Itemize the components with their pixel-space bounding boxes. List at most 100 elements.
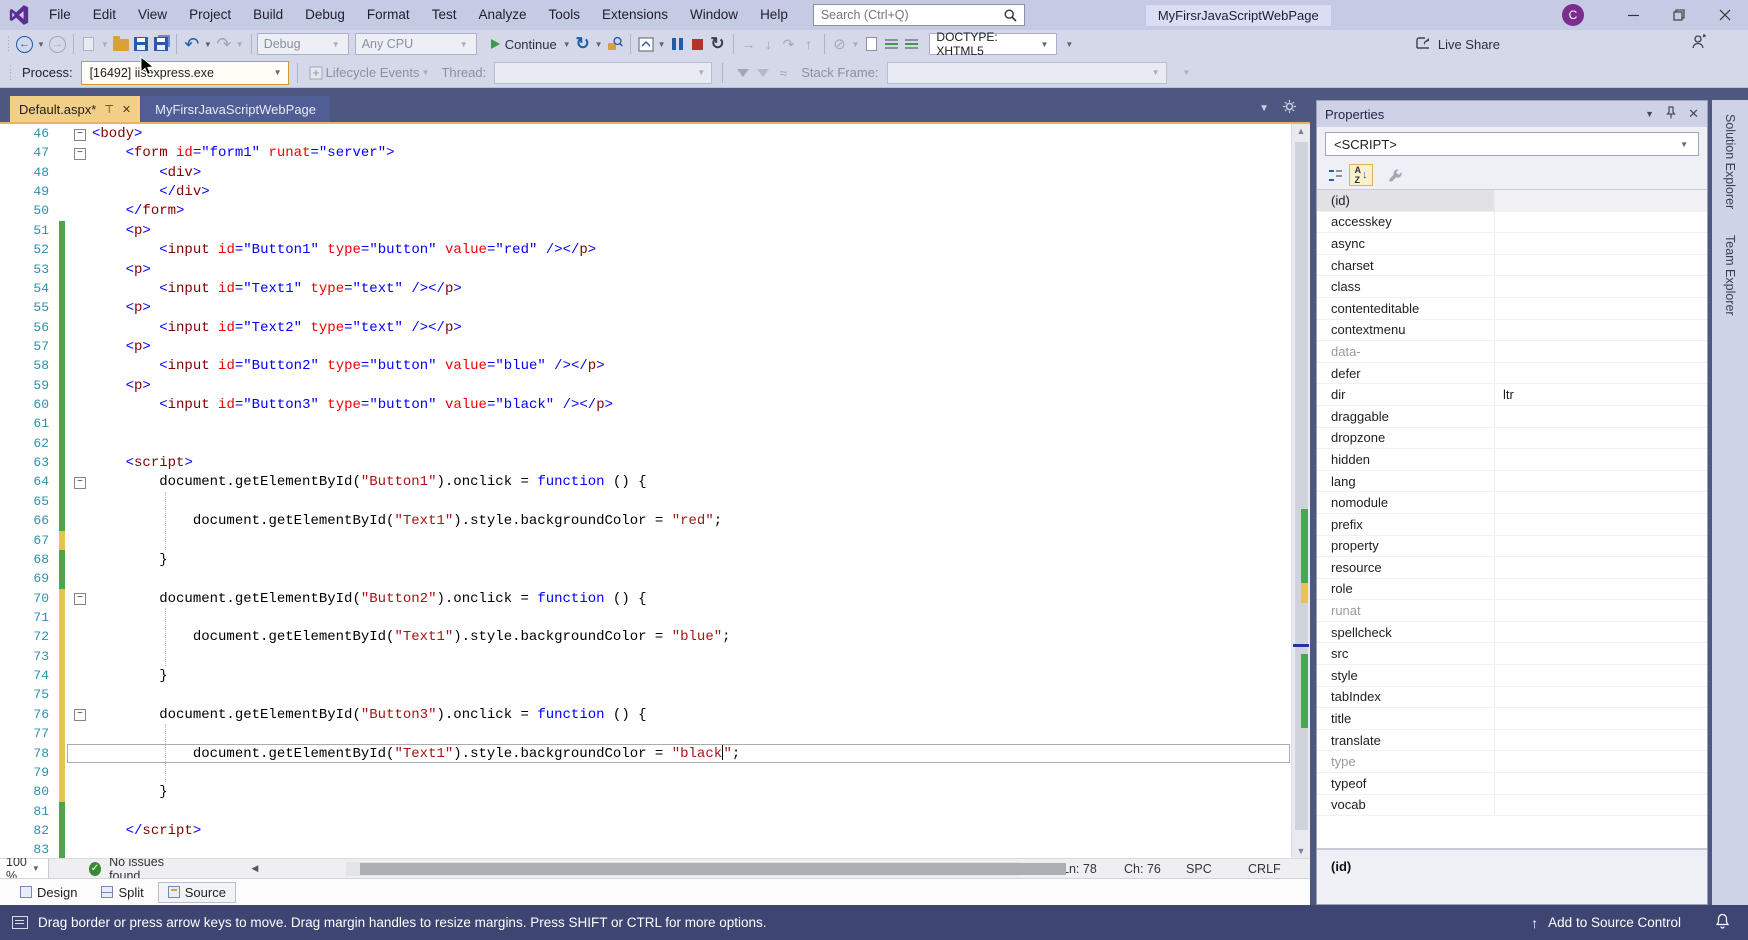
code-line-72[interactable]: 72 document.getElementById("Text1").styl… — [0, 627, 1310, 646]
code-line-60[interactable]: 60 <input id="Button3" type="button" val… — [0, 395, 1310, 414]
save-button[interactable] — [131, 33, 151, 55]
property-row-async[interactable]: async — [1317, 233, 1707, 255]
code-line-69[interactable]: 69 — [0, 569, 1310, 588]
tab-split[interactable]: Split — [91, 882, 153, 903]
code-line-58[interactable]: 58 <input id="Button2" type="button" val… — [0, 356, 1310, 375]
code-line-54[interactable]: 54 <input id="Text1" type="text" /></p> — [0, 279, 1310, 298]
code-line-79[interactable]: 79 — [0, 763, 1310, 782]
code-line-80[interactable]: 80 } — [0, 782, 1310, 801]
zoom-select[interactable]: 100 %▼ — [0, 859, 49, 878]
search-input[interactable] — [821, 8, 1004, 22]
menu-build[interactable]: Build — [242, 0, 294, 30]
code-line-52[interactable]: 52 <input id="Button1" type="button" val… — [0, 240, 1310, 259]
property-row-vocab[interactable]: vocab — [1317, 795, 1707, 817]
fold-toggle-icon[interactable]: − — [74, 709, 86, 721]
live-share-button[interactable]: Live Share — [1415, 30, 1500, 58]
property-row-hidden[interactable]: hidden — [1317, 449, 1707, 471]
code-line-51[interactable]: 51 <p> — [0, 221, 1310, 240]
stop-button[interactable] — [688, 33, 708, 55]
window-options-icon[interactable] — [1283, 100, 1296, 116]
redo-dropdown[interactable]: ▼ — [234, 40, 246, 49]
code-line-73[interactable]: 73 — [0, 647, 1310, 666]
properties-header[interactable]: Properties ▼ ✕ — [1317, 101, 1707, 127]
close-tab-icon[interactable]: ✕ — [122, 103, 131, 116]
line-ending-indicator[interactable]: CRLF — [1248, 862, 1310, 876]
show-next-statement-icon[interactable]: → — [739, 33, 759, 55]
toolbar-overflow[interactable]: ▼ — [1063, 40, 1075, 49]
code-line-57[interactable]: 57 <p> — [0, 337, 1310, 356]
solution-platform-select[interactable]: Any CPU▼ — [355, 33, 477, 55]
code-line-47[interactable]: 47− <form id="form1" runat="server"> — [0, 143, 1310, 162]
fold-toggle-icon[interactable]: − — [74, 593, 86, 605]
fold-toggle-icon[interactable]: − — [74, 129, 86, 141]
code-line-65[interactable]: 65 — [0, 492, 1310, 511]
document-outline-icon[interactable] — [861, 33, 881, 55]
property-row-id[interactable]: (id) — [1317, 190, 1707, 212]
categorized-icon[interactable] — [1323, 164, 1347, 186]
browser-dropdown[interactable]: ▼ — [656, 40, 668, 49]
continue-dropdown[interactable]: ▼ — [561, 40, 573, 49]
property-row-data-[interactable]: data- — [1317, 341, 1707, 363]
scroll-down-icon[interactable]: ▼ — [1292, 846, 1310, 856]
code-line-82[interactable]: 82 </script> — [0, 821, 1310, 840]
new-file-button[interactable] — [79, 33, 99, 55]
stack-frame-select[interactable]: ▼ — [887, 62, 1167, 84]
breakpoints-dropdown[interactable]: ▼ — [850, 40, 862, 49]
code-line-61[interactable]: 61 — [0, 414, 1310, 433]
tab-default-aspx[interactable]: Default.aspx* ⊤ ✕ — [10, 96, 140, 122]
new-file-dropdown[interactable]: ▼ — [99, 40, 111, 49]
code-line-59[interactable]: 59 <p> — [0, 376, 1310, 395]
code-line-74[interactable]: 74 } — [0, 666, 1310, 685]
code-line-53[interactable]: 53 <p> — [0, 260, 1310, 279]
toolbar-grip[interactable]: ⋮⋮ — [4, 37, 14, 51]
property-row-defer[interactable]: defer — [1317, 363, 1707, 385]
lifecycle-events-dropdown[interactable]: ▼ — [420, 68, 432, 77]
property-row-role[interactable]: role — [1317, 579, 1707, 601]
code-line-75[interactable]: 75 — [0, 685, 1310, 704]
menu-tools[interactable]: Tools — [537, 0, 591, 30]
menu-view[interactable]: View — [127, 0, 178, 30]
menu-help[interactable]: Help — [749, 0, 799, 30]
vertical-scrollbar[interactable]: ▲ ▼ — [1291, 124, 1310, 858]
alphabetical-sort-icon[interactable]: AZ↓ — [1349, 164, 1373, 186]
refresh-button[interactable]: ↻ — [708, 33, 728, 55]
filter-icon[interactable] — [737, 69, 749, 77]
navigate-back-button[interactable]: ← — [14, 33, 35, 55]
comment-lines-icon[interactable] — [901, 33, 921, 55]
property-row-contenteditable[interactable]: contenteditable — [1317, 298, 1707, 320]
restore-button[interactable] — [1656, 0, 1702, 30]
menu-project[interactable]: Project — [178, 0, 242, 30]
code-line-70[interactable]: 70− document.getElementById("Button2").o… — [0, 589, 1310, 608]
property-row-prefix[interactable]: prefix — [1317, 514, 1707, 536]
browser-preview-button[interactable] — [636, 33, 656, 55]
breakpoints-icon[interactable]: ⊘ — [830, 33, 850, 55]
hscroll-left-icon[interactable]: ◀ — [247, 863, 262, 874]
code-line-46[interactable]: 46−<body> — [0, 124, 1310, 143]
tab-design[interactable]: Design — [10, 882, 87, 903]
pin-icon[interactable] — [1666, 106, 1676, 122]
process-select[interactable]: [16492] iisexpress.exe▼ — [81, 61, 289, 85]
step-out-icon[interactable]: ↑ — [799, 33, 819, 55]
undo-button[interactable]: ↶ — [182, 33, 202, 55]
property-row-runat[interactable]: runat — [1317, 600, 1707, 622]
toolbar-grip[interactable]: ⋮⋮ — [6, 66, 16, 80]
property-row-lang[interactable]: lang — [1317, 471, 1707, 493]
lifecycle-events-button[interactable]: Lifecycle Events — [326, 65, 420, 80]
column-indicator[interactable]: Ch: 76 — [1124, 862, 1186, 876]
open-file-button[interactable] — [111, 33, 131, 55]
menu-format[interactable]: Format — [356, 0, 421, 30]
tab-team-explorer[interactable]: Team Explorer — [1723, 235, 1737, 316]
tab-myfirstjavascriptwebpage[interactable]: MyFirsrJavaScriptWebPage — [141, 96, 330, 122]
code-line-68[interactable]: 68 } — [0, 550, 1310, 569]
add-to-source-control-button[interactable]: Add to Source Control — [1548, 915, 1681, 930]
notifications-bell-icon[interactable] — [1715, 913, 1730, 932]
property-row-nomodule[interactable]: nomodule — [1317, 492, 1707, 514]
property-row-resource[interactable]: resource — [1317, 557, 1707, 579]
code-line-64[interactable]: 64− document.getElementById("Button1").o… — [0, 472, 1310, 491]
panel-options-icon[interactable]: ▼ — [1645, 109, 1654, 119]
continue-button[interactable]: Continue — [487, 37, 561, 52]
property-row-translate[interactable]: translate — [1317, 730, 1707, 752]
solution-configuration-select[interactable]: Debug▼ — [257, 33, 349, 55]
scroll-up-icon[interactable]: ▲ — [1292, 126, 1310, 136]
menu-test[interactable]: Test — [421, 0, 468, 30]
